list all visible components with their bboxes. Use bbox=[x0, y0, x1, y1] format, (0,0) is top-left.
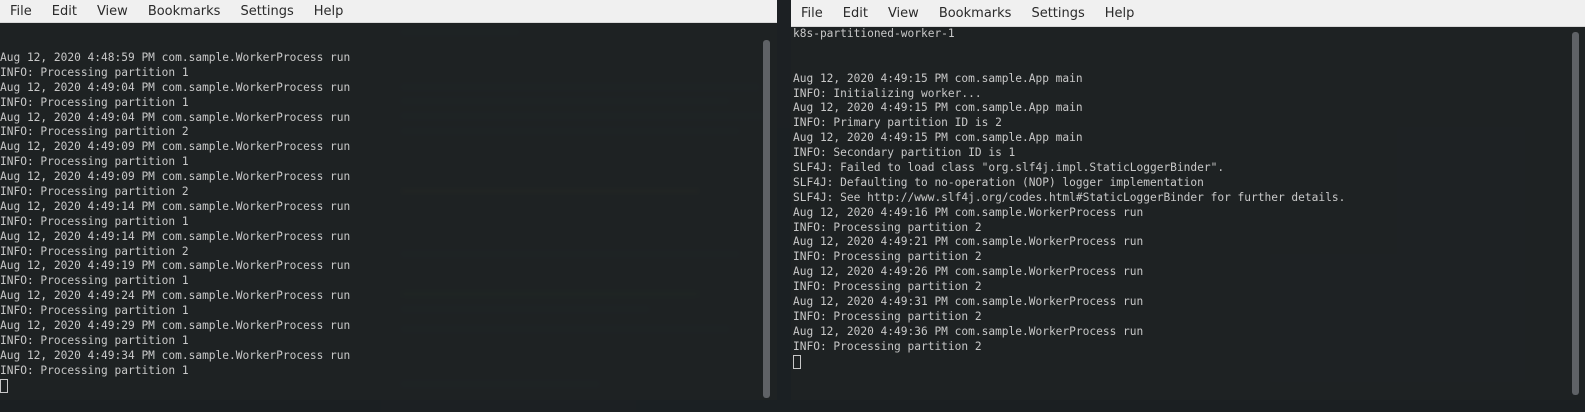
terminal-line: INFO: Processing partition 1 bbox=[0, 333, 189, 347]
terminal-line: Aug 12, 2020 4:49:09 PM com.sample.Worke… bbox=[0, 140, 351, 154]
menu-file[interactable]: File bbox=[0, 4, 42, 19]
terminal-line: INFO: Processing partition 2 bbox=[0, 244, 189, 258]
terminal-line: INFO: Processing partition 2 bbox=[793, 339, 982, 353]
terminal-line: Aug 12, 2020 4:49:19 PM com.sample.Worke… bbox=[0, 259, 351, 273]
terminal-cursor bbox=[0, 378, 8, 393]
menu-help[interactable]: Help bbox=[1095, 6, 1145, 21]
terminal-line: INFO: Initializing worker... bbox=[793, 86, 982, 100]
terminal-line: INFO: Secondary partition ID is 1 bbox=[793, 146, 1016, 160]
terminal-line: SLF4J: See http://www.slf4j.org/codes.ht… bbox=[793, 190, 1346, 204]
terminal-line: Aug 12, 2020 4:49:24 PM com.sample.Worke… bbox=[0, 289, 351, 303]
terminal-line: Aug 12, 2020 4:49:29 PM com.sample.Worke… bbox=[0, 319, 351, 333]
menu-help[interactable]: Help bbox=[304, 4, 354, 19]
terminal-line: INFO: Processing partition 1 bbox=[0, 95, 189, 109]
left-terminal-window[interactable]: File Edit View Bookmarks Settings Help A… bbox=[0, 0, 777, 400]
terminal-line: Aug 12, 2020 4:49:36 PM com.sample.Worke… bbox=[793, 324, 1144, 338]
right-menubar: File Edit View Bookmarks Settings Help bbox=[791, 0, 1585, 27]
menu-view[interactable]: View bbox=[87, 4, 138, 19]
right-scrollbar[interactable] bbox=[1572, 32, 1579, 395]
menu-edit[interactable]: Edit bbox=[833, 6, 878, 21]
terminal-line: Aug 12, 2020 4:49:26 PM com.sample.Worke… bbox=[793, 265, 1144, 279]
menu-view[interactable]: View bbox=[878, 6, 929, 21]
desktop: File Edit View Bookmarks Settings Help A… bbox=[0, 0, 1585, 412]
terminal-line: SLF4J: Failed to load class "org.slf4j.i… bbox=[793, 161, 1225, 175]
right-terminal-output[interactable]: k8s-partitioned-worker-1 Aug 12, 2020 4:4… bbox=[791, 27, 1567, 400]
terminal-line: Aug 12, 2020 4:49:09 PM com.sample.Worke… bbox=[0, 170, 351, 184]
terminal-line: INFO: Processing partition 1 bbox=[0, 214, 189, 228]
terminal-line: INFO: Processing partition 2 bbox=[0, 185, 189, 199]
terminal-line: Aug 12, 2020 4:49:14 PM com.sample.Worke… bbox=[0, 199, 351, 213]
terminal-line: Aug 12, 2020 4:49:04 PM com.sample.Worke… bbox=[0, 110, 351, 124]
terminal-line: Aug 12, 2020 4:48:59 PM com.sample.Worke… bbox=[0, 51, 351, 64]
terminal-line: Aug 12, 2020 4:49:15 PM com.sample.App m… bbox=[793, 131, 1083, 145]
terminal-line: Aug 12, 2020 4:49:34 PM com.sample.Worke… bbox=[0, 348, 351, 362]
terminal-line: INFO: Processing partition 1 bbox=[0, 304, 189, 318]
terminal-line: INFO: Processing partition 1 bbox=[0, 363, 189, 377]
terminal-line: Aug 12, 2020 4:49:16 PM com.sample.Worke… bbox=[793, 205, 1144, 219]
terminal-line: Aug 12, 2020 4:49:15 PM com.sample.App m… bbox=[793, 101, 1083, 115]
terminal-line: Aug 12, 2020 4:49:31 PM com.sample.Worke… bbox=[793, 295, 1144, 309]
terminal-line: k8s-partitioned-worker-1 bbox=[793, 27, 955, 40]
terminal-line: Aug 12, 2020 4:49:21 PM com.sample.Worke… bbox=[793, 235, 1144, 249]
terminal-prompt-line[interactable] bbox=[0, 378, 759, 394]
terminal-prompt-line[interactable] bbox=[793, 354, 1567, 370]
terminal-line: INFO: Processing partition 2 bbox=[0, 125, 189, 139]
menu-settings[interactable]: Settings bbox=[230, 4, 303, 19]
menu-bookmarks[interactable]: Bookmarks bbox=[138, 4, 231, 19]
terminal-line: INFO: Processing partition 2 bbox=[793, 309, 982, 323]
terminal-cursor bbox=[793, 354, 801, 369]
terminal-line: INFO: Processing partition 2 bbox=[793, 250, 982, 264]
terminal-line: SLF4J: Defaulting to no-operation (NOP) … bbox=[793, 175, 1204, 189]
menu-settings[interactable]: Settings bbox=[1021, 6, 1094, 21]
menu-file[interactable]: File bbox=[791, 6, 833, 21]
terminal-line: INFO: Processing partition 2 bbox=[793, 280, 982, 294]
left-scrollbar[interactable] bbox=[763, 40, 770, 398]
terminal-line: Aug 12, 2020 4:49:15 PM com.sample.App m… bbox=[793, 71, 1083, 85]
terminal-line: INFO: Processing partition 2 bbox=[793, 220, 982, 234]
terminal-line: INFO: Primary partition ID is 2 bbox=[793, 116, 1002, 130]
menu-bookmarks[interactable]: Bookmarks bbox=[929, 6, 1022, 21]
menu-edit[interactable]: Edit bbox=[42, 4, 87, 19]
terminal-line: Aug 12, 2020 4:49:14 PM com.sample.Worke… bbox=[0, 229, 351, 243]
terminal-line: INFO: Processing partition 1 bbox=[0, 65, 189, 79]
terminal-line: Aug 12, 2020 4:49:04 PM com.sample.Worke… bbox=[0, 80, 351, 94]
terminal-line: INFO: Processing partition 1 bbox=[0, 155, 189, 169]
left-terminal-output[interactable]: Aug 12, 2020 4:48:59 PM com.sample.Worke… bbox=[0, 51, 759, 400]
left-menubar: File Edit View Bookmarks Settings Help bbox=[0, 0, 777, 23]
terminal-line: INFO: Processing partition 1 bbox=[0, 274, 189, 288]
right-terminal-window[interactable]: File Edit View Bookmarks Settings Help k… bbox=[791, 0, 1585, 400]
